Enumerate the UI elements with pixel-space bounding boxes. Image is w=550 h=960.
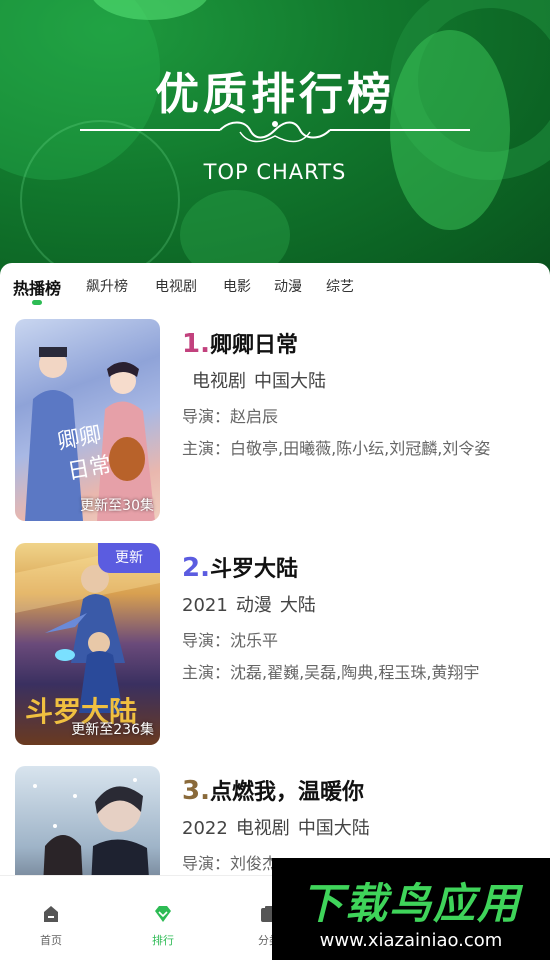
- flourish-ornament: [80, 121, 470, 143]
- poster-image[interactable]: 斗罗大陆 更新 更新至236集: [15, 543, 160, 745]
- item-year: 2021: [182, 595, 228, 616]
- item-cast: 主演：白敬亭,田曦薇,陈小纭,刘冠麟,刘令姿: [182, 439, 491, 458]
- rank-number: 1.: [182, 329, 210, 359]
- poster-illustration: 斗罗大陆: [15, 543, 160, 728]
- watermark-url: www.xiazainiao.com: [319, 930, 503, 951]
- item-genre: 动漫: [235, 595, 272, 616]
- rank-number: 2.: [182, 553, 210, 583]
- tab-movie[interactable]: 电影: [223, 276, 251, 296]
- item-meta: 2022 电视剧 中国大陆: [182, 814, 378, 840]
- ranking-sheet: 热播榜 飙升榜 电视剧 电影 动漫 综艺 卿卿 日常 更新至30集 1.卿卿日常: [0, 263, 550, 960]
- tab-rising[interactable]: 飙升榜: [86, 276, 128, 296]
- nav-home-label: 首页: [40, 934, 62, 947]
- item-director: 导演：沈乐平: [182, 631, 279, 650]
- rank-number: 3.: [182, 776, 210, 806]
- watermark-overlay: 下载鸟应用 www.xiazainiao.com: [272, 858, 550, 960]
- update-status: 更新至236集: [71, 722, 154, 738]
- item-year: 2022: [182, 818, 228, 839]
- banner-title: 优质排行榜: [155, 69, 395, 120]
- item-meta: 2021 动漫 大陆: [182, 591, 324, 617]
- item-genre: 电视剧: [192, 371, 246, 392]
- item-title[interactable]: 3.点燃我，温暖你: [182, 774, 364, 806]
- item-region: 中国大陆: [297, 818, 370, 839]
- watermark-title: 下载鸟应用: [300, 879, 521, 928]
- nav-home[interactable]: 首页: [6, 876, 96, 960]
- nav-ranking-label: 排行: [152, 934, 174, 947]
- item-region: 大陆: [279, 595, 316, 616]
- tab-anime[interactable]: 动漫: [274, 276, 302, 296]
- banner-subtitle: TOP CHARTS: [203, 160, 347, 184]
- item-director: 导演：刘俊杰: [182, 854, 279, 873]
- diamond-icon: [155, 906, 171, 922]
- tab-hot[interactable]: 热播榜: [13, 275, 61, 299]
- update-status: 更新至30集: [80, 498, 154, 514]
- tab-active-indicator: [32, 300, 42, 305]
- tab-variety[interactable]: 综艺: [326, 276, 354, 296]
- item-genre: 电视剧: [235, 818, 290, 839]
- ranking-item[interactable]: 斗罗大陆 更新 更新至236集 2.斗罗大陆 2021 动漫 大陆 导演：沈乐平 主…: [0, 543, 550, 748]
- update-badge: 更新: [98, 543, 160, 573]
- item-director: 导演：赵启辰: [182, 407, 279, 426]
- top-charts-banner: 优质排行榜 TOP CHARTS: [0, 0, 550, 290]
- poster-illustration: 卿卿 日常: [25, 347, 155, 521]
- poster-image[interactable]: 卿卿 日常 更新至30集: [15, 319, 160, 521]
- ranking-item[interactable]: 卿卿 日常 更新至30集 1.卿卿日常 电视剧 中国大陆 导演：赵启辰 主演：白敬…: [0, 319, 550, 524]
- item-cast: 主演：沈磊,翟巍,吴磊,陶典,程玉珠,黄翔宇: [182, 663, 480, 682]
- nav-ranking[interactable]: 排行: [118, 876, 208, 960]
- home-icon: [44, 906, 58, 922]
- ranking-tabs: 热播榜 飙升榜 电视剧 电影 动漫 综艺: [0, 263, 550, 313]
- item-title[interactable]: 2.斗罗大陆: [182, 551, 298, 583]
- item-meta: 电视剧 中国大陆: [192, 367, 334, 393]
- tab-tv[interactable]: 电视剧: [155, 276, 197, 296]
- item-region: 中国大陆: [254, 371, 326, 392]
- item-title[interactable]: 1.卿卿日常: [182, 327, 298, 359]
